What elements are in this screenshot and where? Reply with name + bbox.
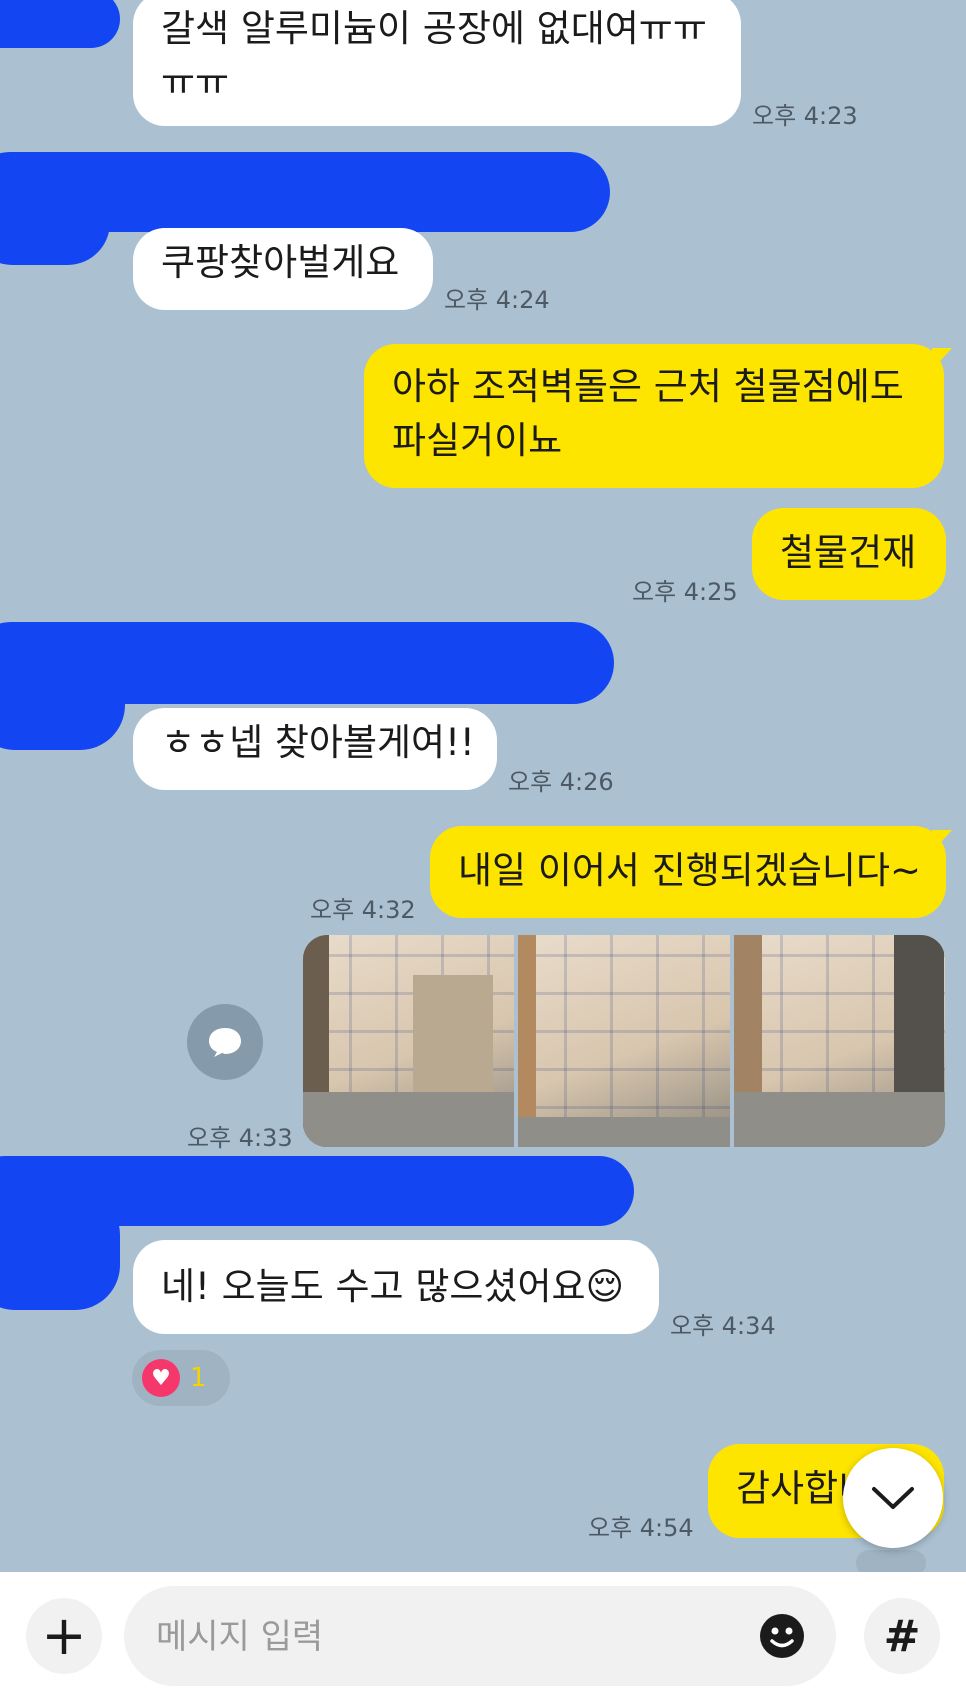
reaction-count: 1 [190, 1363, 207, 1393]
message-time: 오후 4:34 [670, 1312, 776, 1340]
redacted-sender [0, 0, 120, 48]
message-bubble-outgoing[interactable]: 아하 조적벽돌은 근처 철물점에도 파실거이뇨 [364, 344, 944, 488]
bubble-tail [932, 830, 952, 852]
message-time: 오후 4:32 [310, 896, 416, 924]
message-text: 네! 오늘도 수고 많으셨어요😌 [161, 1265, 625, 1308]
attach-button[interactable]: + [26, 1598, 102, 1674]
message-text: 갈색 알루미늄이 공장에 없대여ㅠㅠ [161, 7, 707, 50]
message-bubble-outgoing[interactable]: 철물건재 [752, 508, 946, 600]
redacted-avatar [0, 1190, 120, 1310]
message-bubble-incoming[interactable]: 갈색 알루미늄이 공장에 없대여ㅠㅠ ㅠㅠ [133, 0, 741, 126]
reaction-badge[interactable]: ♥ 1 [132, 1350, 230, 1406]
heart-icon: ♥ [142, 1359, 180, 1397]
share-button[interactable] [187, 1004, 263, 1080]
message-bubble-incoming[interactable]: ㅎㅎ넵 찾아볼게여!! [133, 708, 497, 790]
message-bubble-incoming[interactable]: 네! 오늘도 수고 많으셨어요😌 [133, 1240, 659, 1334]
message-text: 내일 이어서 진행되겠습니다~ [458, 849, 922, 892]
message-text: 아하 조적벽돌은 근처 철물점에도 [392, 365, 904, 408]
chevron-down-icon [872, 1487, 914, 1509]
message-time: 오후 4:33 [187, 1124, 293, 1152]
message-time: 오후 4:24 [444, 286, 550, 314]
message-bubble-outgoing[interactable]: 내일 이어서 진행되겠습니다~ [430, 826, 946, 918]
message-input-bar: + # [0, 1572, 966, 1700]
photo-thumbnail[interactable] [518, 935, 730, 1147]
message-input-field[interactable] [124, 1586, 836, 1686]
message-input[interactable] [154, 1608, 718, 1666]
photo-thumbnail[interactable] [733, 935, 945, 1147]
message-text: 철물건재 [780, 531, 917, 574]
message-text: 파실거이뇨 [392, 419, 563, 462]
hashtag-search-button[interactable]: # [864, 1598, 940, 1674]
bubble-tail [932, 348, 952, 370]
photo-grid[interactable] [303, 935, 945, 1147]
message-time: 오후 4:23 [752, 102, 858, 130]
photo-thumbnail[interactable] [303, 935, 515, 1147]
message-text: 쿠팡찾아벌게요 [161, 241, 400, 284]
smiley-icon [760, 1614, 804, 1658]
message-time: 오후 4:25 [632, 578, 738, 606]
message-time: 오후 4:26 [508, 768, 614, 796]
speech-bubble-icon [209, 1028, 241, 1057]
message-bubble-incoming[interactable]: 쿠팡찾아벌게요 [133, 228, 433, 310]
message-text: ㅠㅠ [161, 61, 230, 104]
message-text: ㅎㅎ넵 찾아볼게여!! [161, 721, 475, 764]
redacted-avatar [0, 180, 110, 265]
redacted-avatar [0, 660, 125, 750]
message-time: 오후 4:54 [588, 1514, 694, 1542]
emoji-button[interactable] [746, 1600, 818, 1672]
scroll-down-button[interactable] [843, 1448, 943, 1548]
